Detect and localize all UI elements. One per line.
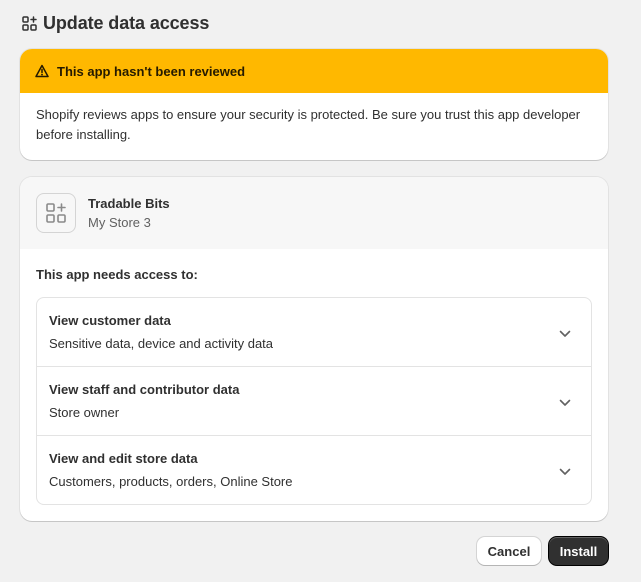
app-info: Tradable Bits My Store 3: [88, 196, 170, 230]
warning-header: This app hasn't been reviewed: [20, 49, 608, 93]
permission-item-staff-data[interactable]: View staff and contributor data Store ow…: [37, 367, 591, 436]
chevron-down-icon[interactable]: [559, 468, 571, 476]
warning-title: This app hasn't been reviewed: [57, 63, 246, 79]
store-name: My Store 3: [88, 215, 151, 230]
warning-banner: This app hasn't been reviewed Shopify re…: [20, 49, 608, 160]
warning-body: Shopify reviews apps to ensure your secu…: [36, 107, 581, 142]
page: Update data access This app hasn't been …: [0, 0, 641, 582]
permission-desc: Store owner: [49, 405, 120, 420]
permission-title: View staff and contributor data: [49, 382, 240, 397]
app-name: Tradable Bits: [88, 196, 170, 211]
permission-title: View customer data: [49, 313, 171, 328]
alert-triangle-icon: [35, 64, 49, 78]
app-header: Tradable Bits My Store 3: [20, 177, 608, 249]
apps-icon: [46, 203, 66, 223]
permission-desc: Customers, products, orders, Online Stor…: [49, 474, 293, 489]
apps-icon: [22, 16, 37, 31]
page-header: Update data access: [22, 13, 209, 34]
page-title: Update data access: [43, 13, 210, 33]
chevron-down-icon[interactable]: [559, 330, 571, 338]
install-button[interactable]: Install: [549, 537, 608, 565]
permission-title: View and edit store data: [49, 451, 198, 466]
permission-item-customer-data[interactable]: View customer data Sensitive data, devic…: [37, 298, 591, 367]
permission-item-store-data[interactable]: View and edit store data Customers, prod…: [37, 436, 591, 504]
permission-list: View customer data Sensitive data, devic…: [36, 297, 592, 505]
chevron-down-icon[interactable]: [559, 399, 571, 407]
access-title: This app needs access to:: [36, 267, 198, 282]
permission-desc: Sensitive data, device and activity data: [49, 336, 274, 351]
app-access-card: Tradable Bits My Store 3 This app needs …: [20, 177, 608, 521]
app-logo: [36, 193, 76, 233]
cancel-button[interactable]: Cancel: [477, 537, 541, 565]
